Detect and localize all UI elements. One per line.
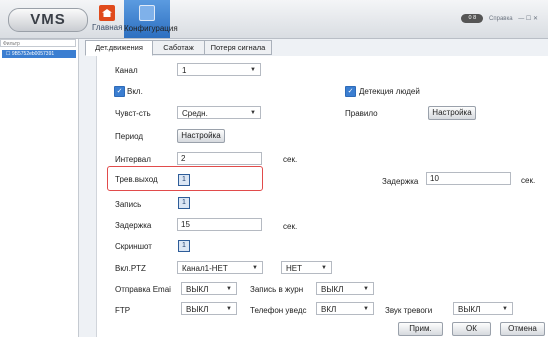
period-label: Период xyxy=(115,132,144,141)
log-label: Запись в журн xyxy=(250,285,304,294)
config-icon xyxy=(139,5,155,21)
log-select[interactable]: ВЫКЛ xyxy=(316,282,374,296)
rule-settings-button[interactable]: Настройка xyxy=(428,106,476,120)
rule-label: Правило xyxy=(345,109,378,118)
filter-input[interactable]: Фильтр xyxy=(0,39,76,47)
ok-button[interactable]: ОК xyxy=(452,322,491,336)
nav-home-label: Главная xyxy=(92,23,123,32)
delay-right-input[interactable]: 10 xyxy=(426,172,511,185)
period-settings-button[interactable]: Настройка xyxy=(177,129,225,143)
tab-motion-detection[interactable]: Дет.движения xyxy=(85,40,153,56)
ftp-select[interactable]: ВЫКЛ xyxy=(181,302,237,316)
sensitivity-select[interactable]: Средн. xyxy=(177,106,261,120)
ptz-channel-select[interactable]: Канал1-НЕТ xyxy=(177,261,263,275)
delay-unit: сек. xyxy=(283,222,298,231)
apply-button[interactable]: Прим. xyxy=(398,322,443,336)
cancel-button[interactable]: Отмена xyxy=(500,322,545,336)
alarm-out-channel-box[interactable]: 1 xyxy=(178,174,190,186)
enable-label: Вкл. xyxy=(127,87,143,96)
device-list-item[interactable]: 9B5752eb0057391 xyxy=(2,50,76,58)
snapshot-channel-box[interactable]: 1 xyxy=(178,240,190,252)
device-sidebar: Фильтр 9B5752eb0057391 xyxy=(0,39,79,337)
tab-tamper[interactable]: Саботаж xyxy=(152,40,205,55)
delay-right-unit: сек. xyxy=(521,176,536,185)
channel-label: Канал xyxy=(115,66,138,75)
people-detect-checkbox[interactable]: ✓ xyxy=(345,86,356,97)
home-icon xyxy=(99,5,115,21)
top-bar: VMS Главная Конфигурация 0 8 Справка — ☐… xyxy=(0,0,548,39)
vms-logo: VMS xyxy=(8,8,88,32)
delay-right-label: Задержка xyxy=(382,177,419,186)
interval-unit: сек. xyxy=(283,155,298,164)
nav-config-label: Конфигурация xyxy=(124,24,178,33)
phone-label: Телефон уведс xyxy=(250,306,307,315)
header-right: 0 8 Справка — ☐ ✕ xyxy=(461,14,538,23)
snapshot-label: Скриншот xyxy=(115,242,152,251)
nav-config-button[interactable]: Конфигурация xyxy=(124,0,178,38)
people-detect-label: Детекция людей xyxy=(359,87,420,96)
nav-home-button[interactable]: Главная xyxy=(92,0,122,38)
ptz-select[interactable]: НЕТ xyxy=(281,261,332,275)
sound-select[interactable]: ВЫКЛ xyxy=(453,302,513,316)
ftp-label: FTP xyxy=(115,306,131,315)
enable-checkbox[interactable]: ✓ xyxy=(114,86,125,97)
delay-label: Задержка xyxy=(115,221,152,230)
ptz-label: Вкл.PTZ xyxy=(115,264,146,273)
email-label: Отправка Emai xyxy=(115,285,171,294)
sensitivity-label: Чувст-сть xyxy=(115,109,151,118)
delay-input[interactable]: 15 xyxy=(177,218,262,231)
interval-input[interactable]: 2 xyxy=(177,152,262,165)
interval-label: Интервал xyxy=(115,155,151,164)
tab-video-loss[interactable]: Потеря сигнала xyxy=(204,40,272,55)
record-label: Запись xyxy=(115,200,142,209)
status-toggle[interactable]: 0 8 xyxy=(461,14,484,23)
help-link[interactable]: Справка xyxy=(489,16,513,22)
phone-select[interactable]: ВКЛ xyxy=(316,302,374,316)
sound-label: Звук тревоги xyxy=(385,306,433,315)
record-channel-box[interactable]: 1 xyxy=(178,197,190,209)
alarm-out-label: Трев.выход xyxy=(115,175,158,184)
channel-select[interactable]: 1 xyxy=(177,63,261,77)
email-select[interactable]: ВЫКЛ xyxy=(181,282,237,296)
window-controls[interactable]: — ☐ ✕ xyxy=(518,16,538,22)
